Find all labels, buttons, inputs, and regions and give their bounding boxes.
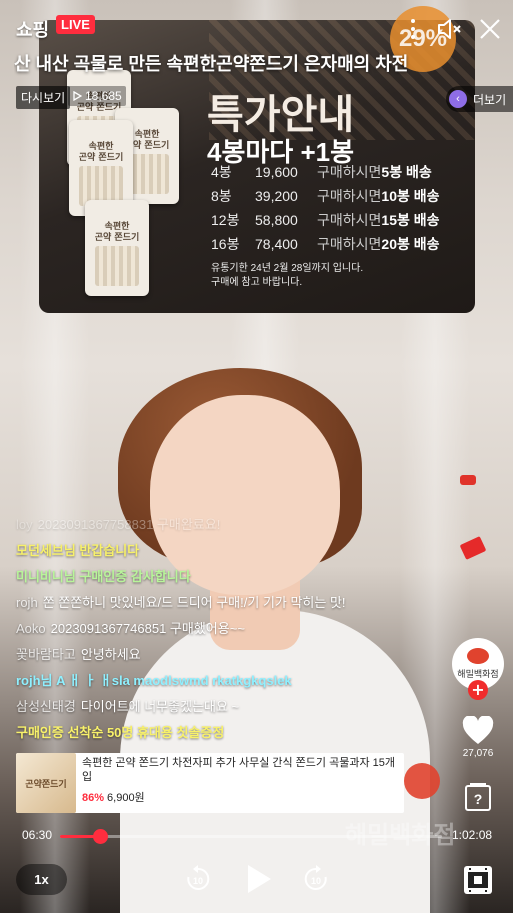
promo-row: 8봉 39,200 구매하시면 10봉 배송: [211, 184, 440, 208]
play-small-icon: [73, 91, 82, 101]
heart-icon[interactable]: [462, 716, 494, 746]
promo-deliver: 15봉 배송: [381, 212, 440, 228]
follow-plus-button[interactable]: +: [468, 680, 488, 700]
total-time: 1:02:08: [452, 828, 493, 842]
progress-bar[interactable]: [60, 829, 442, 844]
chat-message: 구매인증 선착순 50명 휴대용 칫솔증정: [16, 720, 436, 746]
more-label: 더보기: [473, 92, 507, 107]
play-icon[interactable]: [244, 862, 274, 896]
svg-text:10: 10: [193, 876, 203, 886]
product-price: 6,900원: [107, 792, 145, 804]
product-info: 속편한 곤약 쫀드기 차전자피 추가 사무실 간식 쫀드기 곡물과자 15개입 …: [76, 753, 404, 813]
chat-message: Aoko 2023091367746851 구매했어용~~: [16, 616, 436, 642]
replay-badge: 다시보기: [16, 86, 71, 109]
chat-text: 미니비니님 구매인증 감사합니다: [16, 569, 191, 584]
chat-message: 삼성신태경 다이어트에 너무좋겠는대요 ~: [16, 694, 436, 720]
product-price-row: 86% 6,900원: [82, 789, 398, 805]
promo-text: 구매하시면: [317, 188, 382, 204]
chat-nick: rojh: [16, 595, 38, 610]
product-discount: 86%: [82, 792, 105, 804]
promo-qty: 4봉: [211, 164, 232, 180]
chat-list: loy 2023091367758831 구매완료요! 모던세브님 반갑습니다 미…: [16, 512, 436, 746]
chat-message: 꽃바람타고 안녕하세요: [16, 642, 436, 668]
product-name: 속편한 곤약 쫀드기 차전자피 추가 사무실 간식 쫀드기 곡물과자 15개입: [82, 757, 395, 783]
more-button[interactable]: ‹ 더보기: [446, 86, 513, 112]
chat-text: rojh님 A ㅐ ㅏ ㅐsla maodlswmd rkatkgkqslek: [16, 673, 292, 688]
store-logo-icon: [467, 648, 489, 664]
product-pack: 속편한 곤약 쫀드기: [85, 200, 149, 296]
promo-note-line: 구매에 참고 바랍니다.: [211, 277, 303, 288]
promo-qty: 8봉: [211, 188, 232, 204]
forward-10-icon[interactable]: 10: [302, 864, 330, 894]
fullscreen-icon[interactable]: [462, 864, 494, 896]
promo-row: 12봉 58,800 구매하시면 15봉 배송: [211, 208, 440, 232]
promo-deliver: 5봉 배송: [381, 164, 432, 180]
watermark-logo: [404, 763, 440, 799]
chat-nick: 꽃바람타고: [16, 647, 76, 662]
promo-text: 구매하시면: [317, 164, 382, 180]
chat-text: 안녕하세요: [80, 647, 141, 662]
chat-nick: Aoko: [16, 621, 46, 636]
promo-table: 4봉 19,600 구매하시면 5봉 배송 8봉 39,200 구매하시면 10…: [211, 160, 440, 256]
promo-deliver: 20봉 배송: [381, 236, 440, 252]
chat-message: loy 2023091367758831 구매완료요!: [16, 512, 436, 538]
promo-note: 유통기한 24년 2월 28일까지 입니다. 구매에 참고 바랍니다.: [211, 262, 363, 290]
promo-price: 58,800: [255, 212, 298, 228]
promo-row: 16봉 78,400 구매하시면 20봉 배송: [211, 232, 440, 256]
chat-text: 2023091367758831 구매완료요!: [37, 517, 221, 532]
brand-label: 쇼핑: [16, 20, 50, 40]
promo-qty: 12봉: [211, 212, 240, 228]
like-count: 27,076: [462, 748, 494, 759]
chat-text: 구매인증 선착순 50명 휴대용 칫솔증정: [16, 725, 225, 740]
chat-text: 다이어트에 너무좋겠는대요 ~: [80, 699, 240, 714]
speaker-mute-icon[interactable]: [436, 16, 462, 42]
chat-message: 미니비니님 구매인증 감사합니다: [16, 564, 436, 590]
speed-button[interactable]: 1x: [16, 864, 67, 895]
promo-qty: 16봉: [211, 236, 240, 252]
chevron-left-icon: ‹: [449, 90, 467, 108]
chat-nick: loy: [16, 517, 33, 532]
title-marquee: 산 내산 곡물로 만든 속편한곤약쫀드기 은자매의 차전: [14, 54, 409, 74]
view-count-value: 18,685: [85, 89, 122, 103]
chat-text: 쫀 쫀쫀하니 맛있네요/드 드디어 구매!/기 기가 막히는 맛!: [42, 595, 346, 610]
promo-price: 39,200: [255, 188, 298, 204]
chat-message: 모던세브님 반갑습니다: [16, 538, 436, 564]
promo-price: 19,600: [255, 164, 298, 180]
more-vertical-icon[interactable]: [400, 16, 426, 42]
product-card[interactable]: 곤약쫀드기 속편한 곤약 쫀드기 차전자피 추가 사무실 간식 쫀드기 곡물과자…: [16, 753, 404, 813]
sale-sticker-icon: [460, 475, 476, 485]
promo-text: 구매하시면: [317, 236, 382, 252]
current-time: 06:30: [22, 828, 53, 842]
store-name: 해밀백화점: [457, 669, 499, 679]
promo-text: 구매하시면: [317, 212, 382, 228]
svg-text:10: 10: [311, 876, 321, 886]
help-icon[interactable]: ?: [462, 782, 494, 814]
live-badge: LIVE: [56, 15, 95, 34]
chat-message: rojh 쫀 쫀쫀하니 맛있네요/드 드디어 구매!/기 기가 막히는 맛!: [16, 590, 436, 616]
promo-note-line: 유통기한 24년 2월 28일까지 입니다.: [211, 263, 364, 274]
promo-price: 78,400: [255, 236, 298, 252]
rewind-10-icon[interactable]: 10: [184, 864, 212, 894]
top-bar: 쇼핑 LIVE 29% 산 내산 곡물로 만든 속편한곤약쫀드기 은자매의 차전: [0, 0, 513, 74]
watermark-text: 해밀백화점: [345, 822, 456, 849]
svg-text:?: ?: [474, 791, 483, 807]
chat-message: rojh님 A ㅐ ㅏ ㅐsla maodlswmd rkatkgkqslek: [16, 668, 436, 694]
promo-row: 4봉 19,600 구매하시면 5봉 배송: [211, 160, 440, 184]
progress-knob[interactable]: [92, 829, 108, 844]
chat-text: 모던세브님 반갑습니다: [16, 543, 140, 558]
chat-nick: 삼성신태경: [16, 699, 76, 714]
chat-text: 2023091367746851 구매했어용~~: [50, 621, 245, 636]
promo-deliver: 10봉 배송: [381, 188, 440, 204]
close-icon[interactable]: [477, 16, 503, 42]
product-thumbnail: 곤약쫀드기: [16, 753, 76, 813]
view-count: 18,685: [68, 86, 126, 106]
